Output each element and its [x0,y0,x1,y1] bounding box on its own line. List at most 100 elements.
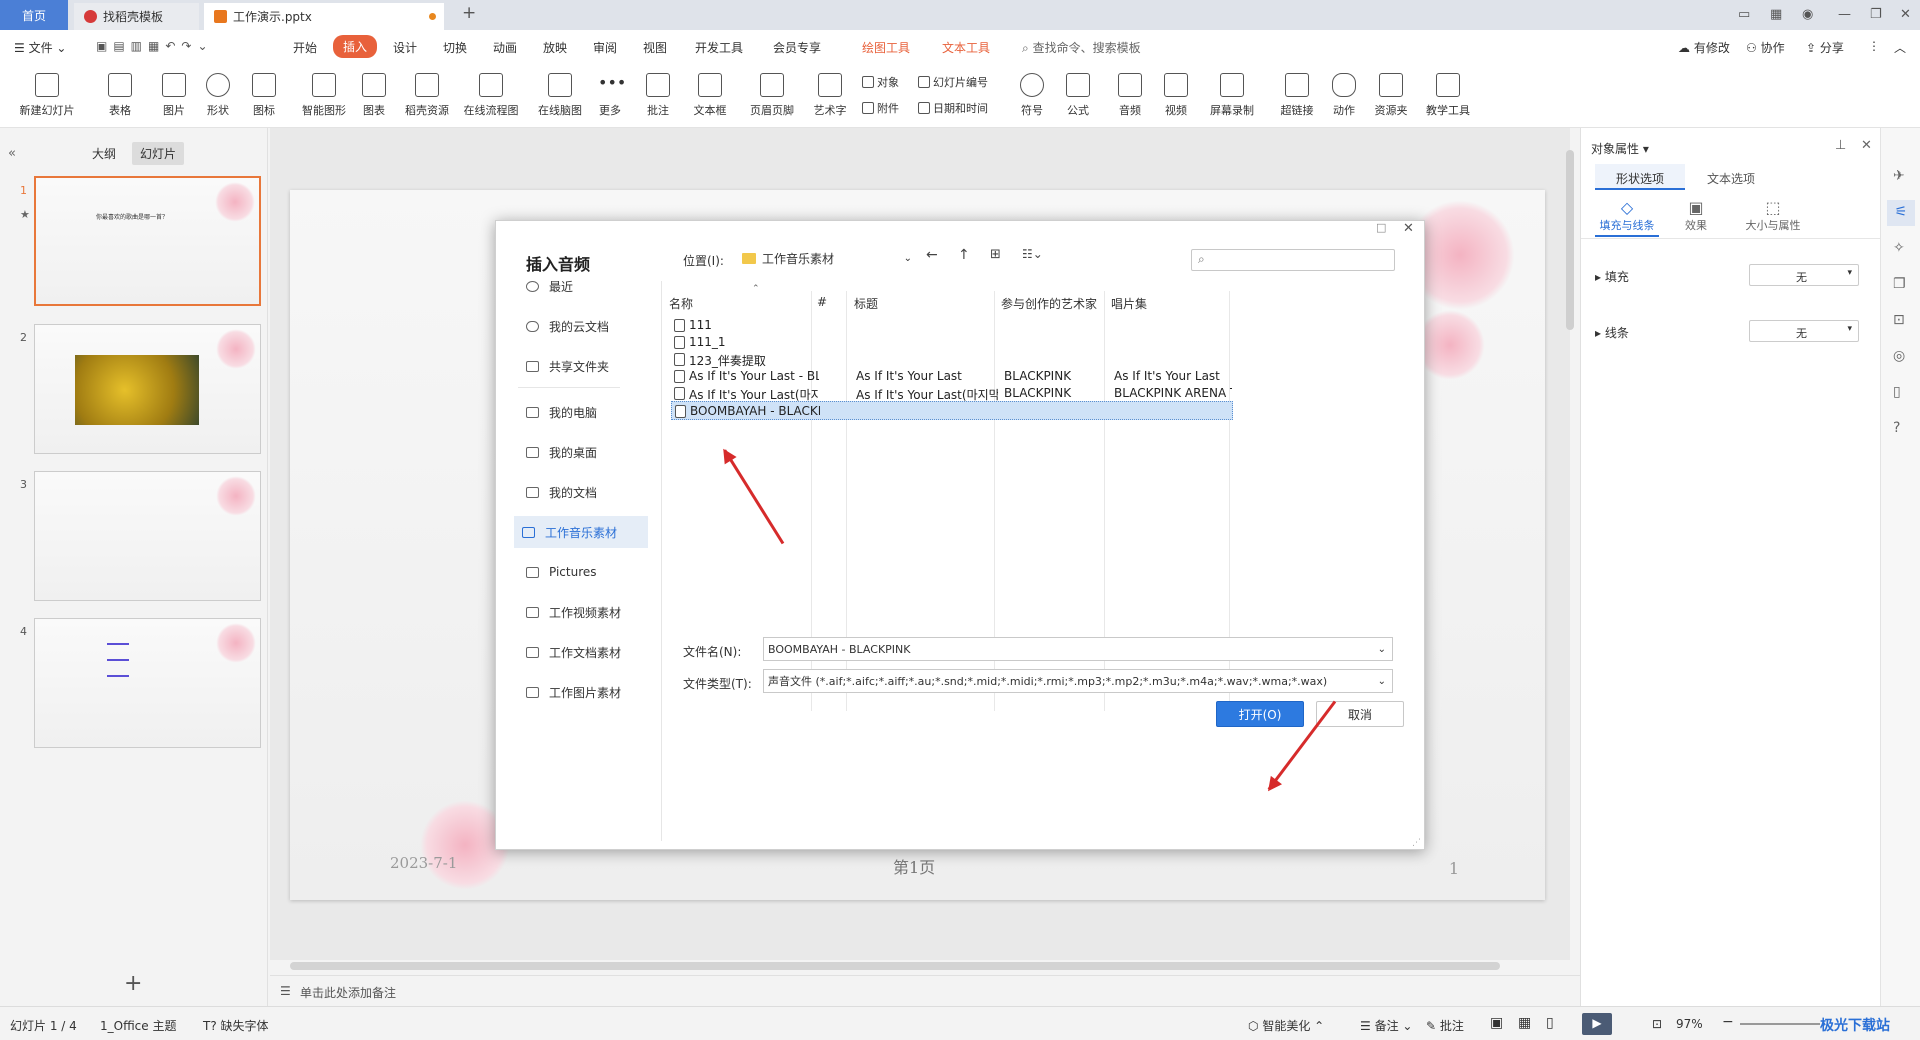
fill-section[interactable]: ▸ 填充 [1595,268,1629,285]
resize-grip-icon[interactable]: ⋰ [1412,838,1421,848]
picture-button[interactable]: 图片 [152,68,196,118]
filetype-select[interactable]: 声音文件 (*.aif;*.aifc;*.aiff;*.au;*.snd;*.m… [763,669,1393,693]
object-button[interactable]: 对象 [862,74,899,90]
maximize-icon[interactable]: □ [1376,221,1386,234]
rocket-icon[interactable]: ✈ [1893,168,1905,184]
resource-folder-button[interactable]: 资源夹 [1366,68,1416,118]
nav-image-folder[interactable]: 工作图片素材 [518,676,650,708]
chart-button[interactable]: 图表 [352,68,396,118]
nav-cloud-docs[interactable]: 我的云文档 [518,310,650,342]
nav-recent[interactable]: 最近 [518,270,650,302]
reading-view-icon[interactable]: ▯ [1546,1015,1554,1031]
icon-button[interactable]: 图标 [242,68,286,118]
screen-record-button[interactable]: 屏幕录制 [1204,68,1260,118]
slide-number-button[interactable]: 幻灯片编号 [918,74,988,90]
pin-icon[interactable]: ⊥ [1835,138,1846,153]
view-mode-icon[interactable]: ☷⌄ [1022,247,1043,261]
slide-thumbnail-2[interactable] [34,324,261,454]
collaborate-button[interactable]: ⚇ 协作 [1746,39,1785,56]
help-icon[interactable]: ? [1893,420,1900,436]
back-icon[interactable]: ← [926,247,938,263]
location-dropdown[interactable]: 工作音乐素材 ⌄ [742,247,912,269]
tab-slides[interactable]: 幻灯片 [132,142,185,165]
up-folder-icon[interactable]: ↑ [958,247,970,263]
subtab-size-properties[interactable]: ⬚ 大小与属性 [1733,198,1813,233]
daoke-resources-button[interactable]: 稻壳资源 [398,68,456,118]
menu-view[interactable]: 视图 [643,39,667,56]
book-icon[interactable]: ▯ [1893,384,1901,400]
more-button[interactable]: ••• 更多 [588,68,632,118]
window-layout-icon[interactable]: ▭ [1738,7,1750,22]
theme-name[interactable]: 1_Office 主题 [100,1017,176,1034]
collapse-panel-icon[interactable]: « [8,146,16,161]
close-panel-icon[interactable]: ✕ [1861,138,1872,153]
search-input[interactable]: ⌕ [1191,249,1395,271]
nav-my-computer[interactable]: 我的电脑 [518,396,650,428]
menu-slideshow[interactable]: 放映 [543,39,567,56]
formula-button[interactable]: 公式 [1056,68,1100,118]
tab-outline[interactable]: 大纲 [92,145,116,162]
column-name[interactable]: 名称 [669,295,693,312]
tab-shape-options[interactable]: 形状选项 [1595,164,1685,190]
avatar[interactable]: ◉ [1802,7,1813,22]
menu-transition[interactable]: 切换 [443,39,467,56]
notes-bar[interactable]: ☰ 单击此处添加备注 [270,975,1580,1006]
comment-toggle[interactable]: ✎ 批注 [1426,1017,1464,1034]
tab-text-options[interactable]: 文本选项 [1707,170,1755,187]
sorter-view-icon[interactable]: ▦ [1518,1015,1531,1031]
new-slide-button[interactable]: 新建幻灯片 [12,68,82,118]
new-folder-icon[interactable]: ⊞ [990,247,1001,262]
attachment-button[interactable]: 附件 [862,100,899,116]
add-slide-button[interactable]: + [124,971,142,996]
slide-thumbnail-3[interactable] [34,471,261,601]
layers-icon[interactable]: ❐ [1893,276,1906,292]
command-search[interactable]: ⌕ 查找命令、搜索模板 [1022,39,1141,56]
menu-design[interactable]: 设计 [393,39,417,56]
restore-icon[interactable]: ❐ [1870,7,1882,22]
missing-font[interactable]: T? 缺失字体 [203,1017,269,1034]
nav-music-folder[interactable]: 工作音乐素材 [514,516,648,548]
vertical-scrollbar[interactable] [1566,150,1574,330]
zoom-level[interactable]: 97% [1676,1017,1703,1031]
hyperlink-button[interactable]: 超链接 [1272,68,1322,118]
menu-insert[interactable]: 插入 [333,35,378,58]
close-dialog-icon[interactable]: ✕ [1403,221,1414,236]
properties-icon[interactable]: ⚟ [1887,200,1915,226]
online-mindmap-button[interactable]: 在线脑图 [532,68,588,118]
menu-start[interactable]: 开始 [293,39,317,56]
notes-toggle[interactable]: ☰ 备注 ⌄ [1360,1017,1412,1034]
new-tab-icon[interactable]: + [462,3,476,23]
modified-button[interactable]: ☁ 有修改 [1678,39,1730,56]
animation-icon[interactable]: ✧ [1893,240,1905,256]
line-section[interactable]: ▸ 线条 [1595,324,1629,341]
play-slideshow-icon[interactable]: ▶ [1582,1013,1612,1035]
filename-input[interactable]: BOOMBAYAH - BLACKPINK ⌄ [763,637,1393,661]
zoom-slider[interactable] [1740,1023,1820,1025]
comment-button[interactable]: 批注 [636,68,680,118]
file-row-selected[interactable]: BOOMBAYAH - BLACKP... [671,401,1233,420]
fit-window-icon[interactable]: ⊡ [1652,1017,1662,1031]
menu-member[interactable]: 会员专享 [773,39,821,56]
table-button[interactable]: 表格 [98,68,142,118]
video-button[interactable]: 视频 [1154,68,1198,118]
menu-review[interactable]: 审阅 [593,39,617,56]
close-window-icon[interactable]: ✕ [1900,7,1911,22]
panel-title[interactable]: 对象属性 ▾ [1591,140,1649,157]
nav-video-folder[interactable]: 工作视频素材 [518,596,650,628]
line-select[interactable]: 无 ▾ [1749,320,1859,342]
datetime-button[interactable]: 日期和时间 [918,100,988,116]
column-number[interactable]: # [817,295,827,309]
apps-grid-icon[interactable]: ▦ [1770,7,1782,22]
tab-home[interactable]: 首页 [0,0,68,30]
symbol-button[interactable]: 符号 [1010,68,1054,118]
column-title[interactable]: 标题 [854,295,878,312]
open-button[interactable]: 打开(O) [1216,701,1304,727]
more-icon[interactable]: ⋮ [1868,39,1880,53]
file-menu[interactable]: ☰ 文件 ⌄ [14,39,66,56]
horizontal-scrollbar[interactable] [290,962,1500,970]
nav-doc-folder[interactable]: 工作文档素材 [518,636,650,668]
fill-select[interactable]: 无 ▾ [1749,264,1859,286]
slide-thumbnail-4[interactable] [34,618,261,748]
subtab-fill-line[interactable]: ◇ 填充与线条 [1595,198,1659,237]
menu-text-tools[interactable]: 文本工具 [942,39,990,56]
